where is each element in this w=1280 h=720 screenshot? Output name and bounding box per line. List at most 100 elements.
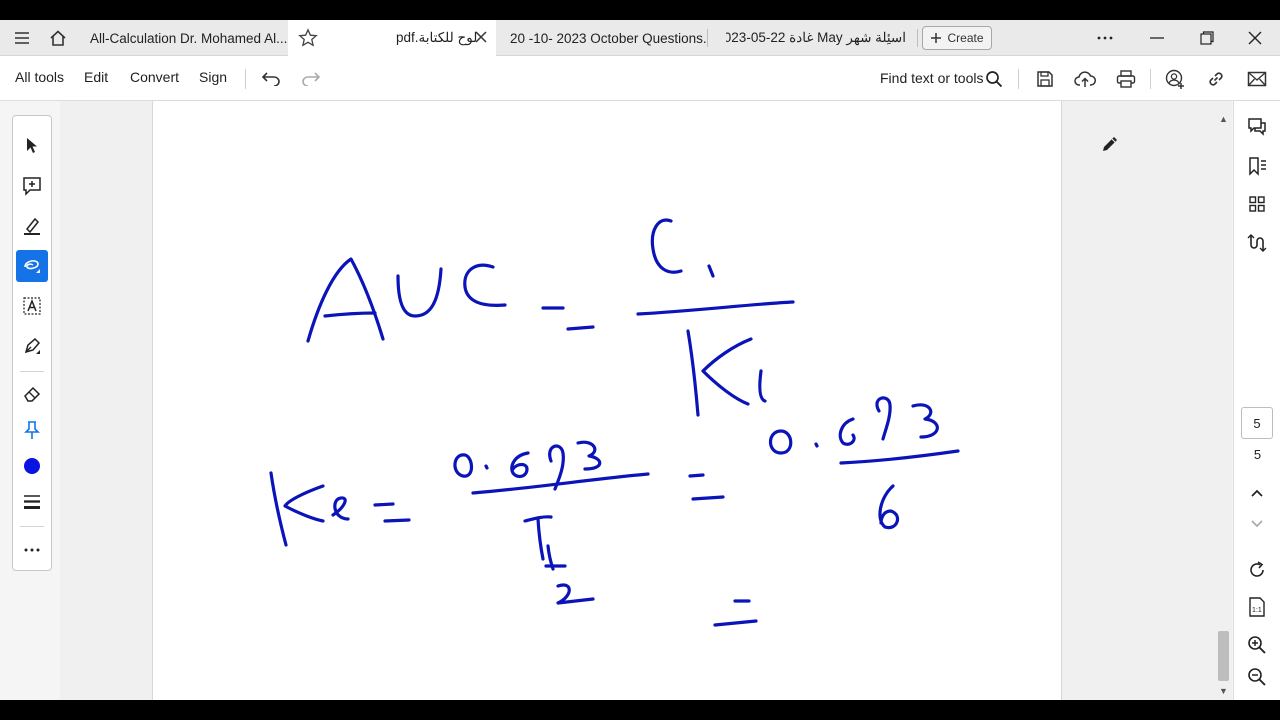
print-icon[interactable] <box>1112 65 1140 93</box>
tab-bar: All-Calculation Dr. Mohamed Al... pdf.لو… <box>0 20 1280 56</box>
ink-letter-a-bar <box>323 311 377 318</box>
ink-subscript-2 <box>556 583 595 605</box>
tab-separator <box>917 29 918 47</box>
right-side-rail: 5 5 1:1 <box>1233 101 1280 700</box>
search-icon[interactable] <box>980 65 1008 93</box>
ink-equals-4-bottom <box>713 619 758 627</box>
ink-digit-6 <box>510 451 530 479</box>
zoom-out-icon[interactable] <box>1242 662 1272 692</box>
toolbar-separator <box>1018 69 1019 89</box>
email-icon[interactable] <box>1243 65 1271 93</box>
ink-digit-9-b <box>875 396 892 441</box>
zoom-in-icon[interactable] <box>1242 630 1272 660</box>
ink-digit-6-c <box>878 484 900 530</box>
letterbox-bottom <box>0 700 1280 720</box>
ink-digit-0 <box>453 453 474 478</box>
sign-menu[interactable]: Sign <box>199 69 227 85</box>
pin-icon[interactable] <box>16 414 48 446</box>
scroll-down-arrow-icon[interactable]: ▼ <box>1215 683 1232 699</box>
scroll-up-arrow-icon[interactable]: ▲ <box>1215 111 1232 127</box>
ink-equals-bottom <box>566 325 595 331</box>
actual-size-icon[interactable]: 1:1 <box>1242 592 1272 622</box>
cloud-upload-icon[interactable] <box>1071 65 1099 93</box>
acrobat-window: All-Calculation Dr. Mohamed Al... pdf.لو… <box>0 0 1280 720</box>
select-tool-cursor-icon[interactable] <box>16 130 48 162</box>
ink-decimal-point-b <box>814 442 819 448</box>
rotate-refresh-icon[interactable] <box>1242 555 1272 585</box>
share-user-icon[interactable] <box>1161 65 1189 93</box>
compare-files-icon[interactable] <box>1242 228 1272 258</box>
toolbar-separator <box>1150 69 1151 89</box>
fill-sign-pen-icon[interactable] <box>16 330 48 362</box>
ink-equals-3-top <box>688 473 705 478</box>
link-icon[interactable] <box>1202 65 1230 93</box>
pdf-page[interactable] <box>152 101 1062 700</box>
ink-equals-3-bottom <box>691 495 725 501</box>
ink-k-stem-2 <box>269 471 288 547</box>
ink-letter-e-2 <box>331 496 350 521</box>
close-window-icon[interactable] <box>1230 20 1280 56</box>
ink-digit-3 <box>576 440 602 471</box>
ink-subscript-e <box>758 369 767 403</box>
ink-letter-t-stem <box>536 517 545 561</box>
more-options-icon[interactable] <box>1080 20 1130 56</box>
hamburger-menu-icon[interactable] <box>4 20 40 56</box>
ink-letter-a <box>306 257 385 343</box>
all-tools-menu[interactable]: All tools <box>15 69 64 85</box>
redo-icon[interactable] <box>297 65 325 93</box>
tab-october-questions[interactable]: 20 -10- 2023 October Questions... <box>500 20 706 56</box>
tool-separator <box>20 526 44 527</box>
bookmarks-icon[interactable] <box>1242 151 1272 181</box>
letterbox-top <box>0 0 1280 20</box>
undo-icon[interactable] <box>257 65 285 93</box>
color-picker-swatch[interactable] <box>16 450 48 482</box>
convert-menu[interactable]: Convert <box>130 69 179 85</box>
highlight-pen-icon[interactable] <box>16 210 48 242</box>
main-toolbar: All tools Edit Convert Sign Find text or… <box>0 56 1280 101</box>
ink-fraction-bar-1 <box>636 300 795 316</box>
total-pages: 5 <box>1253 447 1262 462</box>
find-text-or-tools[interactable]: Find text or tools <box>880 70 984 86</box>
create-button[interactable]: Create <box>922 26 992 50</box>
edit-pencil-icon[interactable] <box>1100 134 1120 154</box>
page-thumbnails-icon[interactable] <box>1242 189 1272 219</box>
save-icon[interactable] <box>1031 65 1059 93</box>
ink-equals-2-top <box>373 502 395 507</box>
current-page-input[interactable]: 5 <box>1241 407 1273 439</box>
draw-freeform-icon[interactable] <box>16 250 48 282</box>
more-tools-icon[interactable] <box>16 534 48 566</box>
comments-panel-icon[interactable] <box>1242 111 1272 141</box>
star-icon[interactable] <box>298 28 318 51</box>
eraser-icon[interactable] <box>16 378 48 410</box>
tab-all-calculation[interactable]: All-Calculation Dr. Mohamed Al... <box>80 20 288 56</box>
ink-decimal-point <box>484 464 489 470</box>
restore-icon[interactable] <box>1182 20 1232 56</box>
tab-may-questions[interactable]: اسئِلة شهر May غادة 22-05-2023 .... <box>726 20 916 56</box>
toolbar-separator <box>245 69 246 89</box>
plus-icon <box>931 33 942 43</box>
minimize-icon[interactable] <box>1132 20 1182 56</box>
close-tab-icon[interactable] <box>474 30 488 47</box>
ink-fraction-bar-3 <box>839 449 960 465</box>
vertical-scrollbar[interactable]: ▲ ▼ <box>1215 101 1232 700</box>
ink-digit-3-b <box>911 403 939 439</box>
ink-letter-c <box>463 263 507 307</box>
scrollbar-thumb[interactable] <box>1218 631 1229 681</box>
next-page-chevron-down-icon[interactable] <box>1242 509 1272 539</box>
ink-letter-c0 <box>650 218 683 274</box>
quick-tools-palette <box>12 115 52 571</box>
ink-letter-k-arms <box>701 337 753 406</box>
ink-subscript-zero <box>707 264 715 278</box>
ink-letter-k-stem <box>686 329 700 417</box>
home-icon[interactable] <box>40 20 76 56</box>
tab-active-writing-board[interactable]: pdf.لوح للكتابة <box>288 20 496 56</box>
line-thickness-icon[interactable] <box>16 486 48 518</box>
text-box-icon[interactable] <box>16 290 48 322</box>
ink-equals-2-bottom <box>383 518 411 523</box>
add-comment-icon[interactable] <box>16 170 48 202</box>
edit-menu[interactable]: Edit <box>84 69 108 85</box>
previous-page-chevron-up-icon[interactable] <box>1242 478 1272 508</box>
ink-letter-u <box>396 267 443 318</box>
tab-separator <box>707 29 708 47</box>
svg-text:1:1: 1:1 <box>1252 607 1262 614</box>
